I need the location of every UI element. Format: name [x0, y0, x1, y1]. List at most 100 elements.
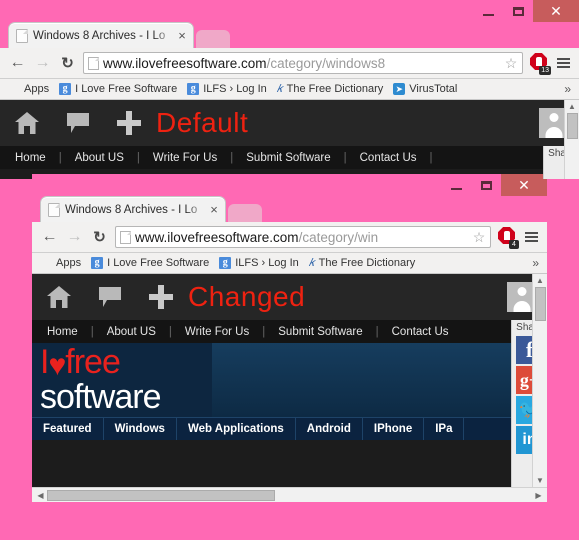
vertical-scroll-thumb[interactable] [566, 113, 578, 139]
bookmark-the-free-dictionary[interactable]: 𝑘 The Free Dictionary [304, 257, 420, 270]
site-logo[interactable]: I♥free software [40, 343, 161, 414]
scroll-up-arrow-icon[interactable]: ▲ [536, 274, 544, 287]
category-windows[interactable]: Windows [104, 418, 177, 440]
bookmark-star-icon[interactable]: ☆ [471, 229, 487, 246]
bookmark-label: VirusTotal [409, 83, 458, 95]
category-ipad[interactable]: IPa [424, 418, 465, 440]
site-nav-about-us[interactable]: About US [94, 326, 169, 338]
scroll-right-arrow-icon[interactable]: ▶ [532, 491, 545, 500]
apps-grid-icon [9, 84, 20, 95]
bookmark-label: I Love Free Software [107, 257, 210, 269]
bookmark-i-love-free-software[interactable]: g I Love Free Software [54, 83, 182, 95]
address-bar[interactable]: www.ilovefreesoftware.com/category/win ☆ [115, 226, 491, 248]
bookmark-apps[interactable]: Apps [4, 83, 54, 95]
bookmark-label: Apps [24, 83, 50, 95]
site-nav-submit-software[interactable]: Submit Software [233, 152, 343, 164]
comment-icon[interactable] [98, 286, 122, 308]
scroll-up-arrow-icon[interactable]: ▲ [568, 100, 576, 113]
forward-button[interactable]: → [30, 54, 55, 72]
site-nav-home[interactable]: Home [34, 326, 91, 338]
bookmark-ilfs-login[interactable]: g ILFS › Log In [214, 257, 304, 269]
adblock-extension-icon[interactable]: 4 [495, 225, 519, 249]
page-vertical-scrollbar-changed[interactable]: ▲ ▼ [532, 274, 547, 487]
minimize-button[interactable] [473, 0, 503, 22]
home-icon[interactable] [46, 285, 72, 309]
extension-badge-count: 13 [539, 66, 551, 75]
site-nav-changed[interactable]: Home | About US | Write For Us | Submit Sof… [32, 320, 547, 343]
titlebar-default[interactable]: ✕ [0, 0, 579, 22]
tabstrip-default[interactable]: Windows 8 Archives - I Lo × [0, 22, 579, 48]
site-nav-default[interactable]: Home | About US | Write For Us | Submit Sof… [0, 146, 579, 169]
page-vertical-scrollbar-default[interactable]: ▲ [564, 100, 579, 179]
scroll-left-arrow-icon[interactable]: ◀ [34, 491, 47, 500]
bookmark-apps[interactable]: Apps [36, 257, 86, 269]
address-bar[interactable]: www.ilovefreesoftware.com/category/windo… [83, 52, 523, 74]
page-horizontal-scrollbar[interactable]: ◀ ▶ [32, 487, 547, 502]
url-text: www.ilovefreesoftware.com/category/win [135, 230, 471, 245]
bookmarks-bar-default[interactable]: Apps g I Love Free Software g ILFS › Log… [0, 79, 579, 100]
toolbar-default[interactable]: ← → ↻ www.ilovefreesoftware.com/category… [0, 48, 579, 79]
window-controls-changed[interactable]: ✕ [441, 174, 547, 196]
minimize-button[interactable] [441, 174, 471, 196]
back-button[interactable]: ← [37, 228, 62, 246]
tab-windows8-archives[interactable]: Windows 8 Archives - I Lo × [8, 22, 194, 48]
plus-icon[interactable] [116, 110, 142, 136]
bookmarks-bar-changed[interactable]: Apps g I Love Free Software g ILFS › Log… [32, 253, 547, 274]
maximize-button[interactable] [471, 174, 501, 196]
page-icon [16, 28, 28, 43]
category-featured[interactable]: Featured [32, 418, 104, 440]
scroll-down-arrow-icon[interactable]: ▼ [536, 474, 544, 487]
comment-icon[interactable] [66, 112, 90, 134]
chrome-menu-icon[interactable] [520, 232, 542, 242]
reload-button[interactable]: ↻ [87, 228, 112, 246]
plus-icon[interactable] [148, 284, 174, 310]
chrome-menu-icon[interactable] [552, 58, 574, 68]
vertical-scroll-thumb[interactable] [534, 287, 546, 321]
google-icon: g [91, 257, 104, 269]
home-icon[interactable] [14, 111, 40, 135]
browser-window-default[interactable]: ✕ Windows 8 Archives - I Lo × ← → ↻ www.… [0, 0, 579, 182]
site-nav-contact-us[interactable]: Contact Us [347, 152, 430, 164]
browser-window-changed[interactable]: ✕ Windows 8 Archives - I Lo × ← → ↻ www.… [32, 174, 547, 519]
forward-button[interactable]: → [62, 228, 87, 246]
google-icon: g [219, 257, 232, 269]
toolbar-changed[interactable]: ← → ↻ www.ilovefreesoftware.com/category… [32, 222, 547, 253]
maximize-button[interactable] [503, 0, 533, 22]
bookmark-ilfs-login[interactable]: g ILFS › Log In [182, 83, 272, 95]
site-topbar: Changed [32, 274, 547, 320]
category-iphone[interactable]: IPhone [363, 418, 425, 440]
category-android[interactable]: Android [296, 418, 363, 440]
close-icon[interactable]: × [175, 28, 189, 43]
tab-windows8-archives[interactable]: Windows 8 Archives - I Lo × [40, 196, 226, 222]
close-button[interactable]: ✕ [533, 0, 579, 22]
site-nav-contact-us[interactable]: Contact Us [379, 326, 462, 338]
hero-gradient [212, 343, 547, 417]
reload-button[interactable]: ↻ [55, 54, 80, 72]
horizontal-scroll-thumb[interactable] [47, 489, 275, 501]
site-nav-write-for-us[interactable]: Write For Us [172, 326, 262, 338]
bookmark-i-love-free-software[interactable]: g I Love Free Software [86, 257, 214, 269]
site-nav-write-for-us[interactable]: Write For Us [140, 152, 230, 164]
bookmark-virustotal[interactable]: ➤ VirusTotal [388, 83, 462, 95]
logo-word-free: free [65, 343, 121, 381]
tabstrip-changed[interactable]: Windows 8 Archives - I Lo × [32, 196, 547, 222]
new-tab-ghost[interactable] [196, 30, 230, 48]
site-nav-submit-software[interactable]: Submit Software [265, 326, 375, 338]
new-tab-ghost[interactable] [228, 204, 262, 222]
category-web-applications[interactable]: Web Applications [177, 418, 296, 440]
page-icon [48, 202, 60, 217]
site-nav-home[interactable]: Home [2, 152, 59, 164]
close-button[interactable]: ✕ [501, 174, 547, 196]
site-nav-about-us[interactable]: About US [62, 152, 137, 164]
site-category-bar[interactable]: Featured Windows Web Applications Androi… [32, 417, 547, 440]
bookmark-the-free-dictionary[interactable]: 𝑘 The Free Dictionary [272, 83, 388, 96]
close-icon[interactable]: × [207, 202, 221, 217]
bookmarks-overflow-icon[interactable]: » [564, 82, 575, 96]
apps-grid-icon [41, 258, 52, 269]
window-controls-default[interactable]: ✕ [473, 0, 579, 22]
bookmark-star-icon[interactable]: ☆ [503, 55, 519, 72]
bookmarks-overflow-icon[interactable]: » [532, 256, 543, 270]
titlebar-changed[interactable]: ✕ [32, 174, 547, 196]
back-button[interactable]: ← [5, 54, 30, 72]
adblock-extension-icon[interactable]: 13 [527, 51, 551, 75]
